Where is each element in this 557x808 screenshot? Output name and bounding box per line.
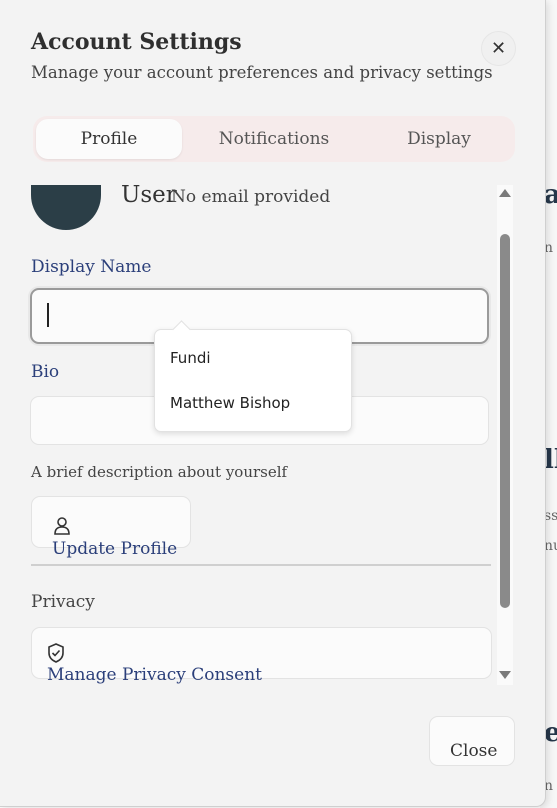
profile-panel[interactable]: User No email provided Display Name Bio … [0,185,545,685]
scrollbar-thumb[interactable] [500,234,510,608]
scrollbar[interactable] [497,185,513,685]
autocomplete-popup: Fundi Matthew Bishop [154,329,352,432]
privacy-label: Privacy [31,592,95,612]
bio-label: Bio [31,362,60,382]
user-icon [53,516,71,540]
tab-notifications[interactable]: Notifications [182,119,366,159]
tab-display[interactable]: Display [366,119,512,159]
dialog-title: Account Settings [31,29,242,55]
bio-hint: A brief description about yourself [31,463,288,481]
close-button-label: Close [450,741,498,761]
account-settings-dialog: Account Settings Manage your account pre… [0,0,546,807]
close-button[interactable]: Close [429,716,515,766]
update-profile-label[interactable]: Update Profile [52,539,177,559]
suggestion-item[interactable]: Matthew Bishop [170,394,290,412]
manage-privacy-label[interactable]: Manage Privacy Consent [47,665,262,685]
settings-tabs: Profile Notifications Display [33,116,515,162]
section-divider [31,564,491,566]
shield-check-icon [47,643,65,667]
suggestion-item[interactable]: Fundi [170,349,211,367]
user-email: No email provided [171,187,331,207]
avatar [31,185,101,230]
display-name-label: Display Name [31,257,152,277]
scroll-down-icon[interactable] [499,671,511,679]
tab-profile[interactable]: Profile [36,119,182,159]
text-caret [47,303,49,327]
close-icon[interactable]: ✕ [481,31,516,66]
scroll-up-icon[interactable] [499,189,511,197]
dialog-subtitle: Manage your account preferences and priv… [31,63,493,82]
user-name: User [121,185,177,208]
